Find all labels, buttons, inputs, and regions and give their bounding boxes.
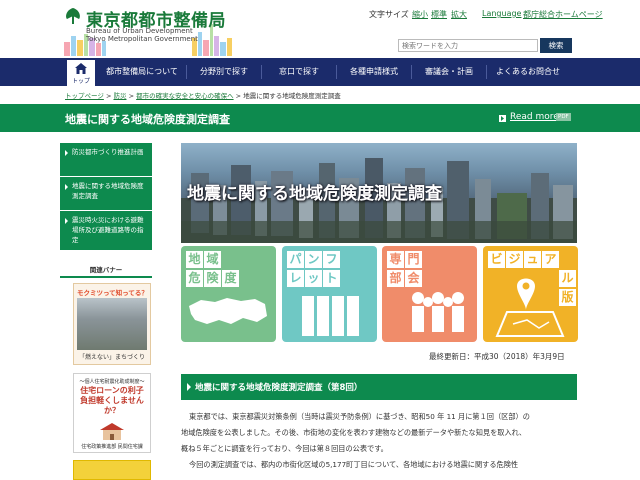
search-button[interactable]: 検索 <box>540 38 572 53</box>
banner-mokumitsu[interactable]: モクミツって知ってる？ 「燃えない」まちづくり <box>73 283 151 365</box>
home-icon <box>75 63 87 74</box>
hero-image: 地震に関する地域危険度測定調査 <box>181 143 577 243</box>
tile-char: 版 <box>559 289 576 306</box>
banner-yellow[interactable] <box>73 460 151 480</box>
nav-home[interactable]: トップ <box>67 58 95 86</box>
sidebar-item-risk-survey[interactable]: 地震に関する地域危険度測定調査 <box>60 177 152 211</box>
banner-photo <box>77 298 147 350</box>
tile-char: 危 <box>186 270 203 287</box>
section-header: 地震に関する地域危険度測定調査（第8回） <box>181 374 577 400</box>
banner-housing-loan[interactable]: ～個人住宅耐震化助成制度～ 住宅ローンの利子負担軽くしませんか？ 住宅政策推進部… <box>73 373 151 453</box>
global-nav: トップ 都市整備局について 分野別で探す 窓口で探す 各種申請様式 審議会・計画… <box>0 58 640 86</box>
title-bar: 地震に関する地域危険度測定調査 Read more PDF <box>0 104 640 132</box>
paragraph: 地域危険度を公表しました。その後、市街地の変化を表わす建物などの最新データや新た… <box>181 428 527 437</box>
sidebar: 防災都市づくり推進計画 地震に関する地域危険度測定調査 震災時火災における避難場… <box>60 143 152 251</box>
nav-home-label: トップ <box>71 78 90 85</box>
nav-forms[interactable]: 各種申請様式 <box>337 58 411 86</box>
page: 東京都都市整備局 Bureau of Urban Development Tok… <box>0 0 640 480</box>
section-title: 地震に関する地域危険度測定調査（第8回） <box>195 383 363 393</box>
tile-char: 門 <box>405 251 422 268</box>
hero-title: 地震に関する地域危険度測定調査 <box>187 184 442 204</box>
triangle-marker-icon <box>187 383 191 391</box>
body-text: 東京都では、東京都震災対策条例（当時は震災予防条例）に基づき、昭和50 年 11… <box>181 409 577 473</box>
breadcrumb-home[interactable]: トップページ <box>65 92 104 100</box>
tile-pamphlet[interactable]: パ ン フ レ ッ ト <box>282 246 377 342</box>
page-title: 地震に関する地域危険度測定調査 <box>65 113 230 126</box>
tile-char: 域 <box>204 251 221 268</box>
nav-council[interactable]: 審議会・計画 <box>412 58 486 86</box>
tile-char: 地 <box>186 251 203 268</box>
nav-by-office[interactable]: 窓口で探す <box>262 58 336 86</box>
language-link[interactable]: Language <box>482 9 521 18</box>
tile-area-risk[interactable]: 地 域 危 険 度 <box>181 246 276 342</box>
tile-char: 部 <box>387 270 404 287</box>
tile-char: 度 <box>222 270 239 287</box>
tile-char: ュ <box>524 251 541 268</box>
portal-link[interactable]: 都庁総合ホームページ <box>523 9 603 20</box>
tile-char: 会 <box>405 270 422 287</box>
nav-by-field[interactable]: 分野別で探す <box>187 58 261 86</box>
breadcrumb-separator: > <box>235 92 242 100</box>
search-input[interactable] <box>398 39 538 52</box>
last-updated: 最終更新日：平成30（2018）年3月9日 <box>429 352 565 361</box>
tile-char: ア <box>542 251 559 268</box>
font-size-label: 文字サイズ <box>369 10 409 19</box>
sidebar-item-plan[interactable]: 防災都市づくり推進計画 <box>60 143 152 177</box>
breadcrumb-separator: > <box>128 92 135 100</box>
site-header: 東京都都市整備局 Bureau of Urban Development Tok… <box>0 0 640 58</box>
tile-char: ッ <box>305 270 322 287</box>
breadcrumb-disaster[interactable]: 防災 <box>113 92 126 100</box>
tile-char: ン <box>305 251 322 268</box>
font-standard-button[interactable]: 標準 <box>431 9 447 20</box>
banner-caption: 「燃えない」まちづくり <box>78 354 145 361</box>
tile-expert-committee[interactable]: 専 門 部 会 <box>382 246 477 342</box>
tile-char: ル <box>559 270 576 287</box>
breadcrumb: トップページ > 防災 > 都市の確実な安全と安心の確保へ > 地震に関する地域… <box>65 90 341 100</box>
related-banners-heading: 関連バナー <box>89 266 123 274</box>
paragraph: 今回の測定調査では、都内の市街化区域の5,177町丁目について、各地域における地… <box>189 460 519 469</box>
banner-footer: 住宅政策推進部 民間住宅課 <box>81 444 143 450</box>
site-subtitle-en-2: Tokyo Metropolitan Government <box>86 35 198 43</box>
paragraph: 概ね５年ごとに調査を行っており、今回は第８回目の公表です。 <box>181 444 388 453</box>
site-logo[interactable]: 東京都都市整備局 Bureau of Urban Development Tok… <box>62 4 242 56</box>
tile-char: 険 <box>204 270 221 287</box>
tile-char: ジ <box>506 251 523 268</box>
tile-char: パ <box>287 251 304 268</box>
breadcrumb-current: 地震に関する地域危険度測定調査 <box>243 92 341 100</box>
tile-char: ト <box>323 270 340 287</box>
tile-char: ビ <box>488 251 505 268</box>
breadcrumb-safety[interactable]: 都市の確実な安全と安心の確保へ <box>136 92 234 100</box>
site-subtitle-en: Bureau of Urban Development <box>86 27 193 35</box>
banner-title: モクミツって知ってる？ <box>77 289 148 297</box>
breadcrumb-separator: > <box>105 92 112 100</box>
paragraph: 東京都では、東京都震災対策条例（当時は震災予防条例）に基づき、昭和50 年 11… <box>189 412 530 421</box>
banner-subtitle: ～個人住宅耐震化助成制度～ <box>79 379 145 385</box>
house-icon <box>100 423 124 440</box>
tile-visual-edition[interactable]: ビ ジ ュ ア ル 版 <box>483 246 578 342</box>
tile-char: フ <box>323 251 340 268</box>
tile-char: 専 <box>387 251 404 268</box>
sidebar-item-evacuation[interactable]: 震災時火災における避難場所及び避難道路等の指定 <box>60 211 152 251</box>
font-small-button[interactable]: 縮小 <box>412 9 428 20</box>
tile-char: レ <box>287 270 304 287</box>
divider <box>60 276 152 278</box>
banner-title: 住宅ローンの利子負担軽くしませんか？ <box>80 386 144 415</box>
tokyo-emblem-icon <box>66 8 80 24</box>
arrow-right-icon <box>499 115 506 122</box>
nav-faq[interactable]: よくあるお問合せ <box>487 58 569 86</box>
read-more-link[interactable]: Read more <box>510 112 559 122</box>
nav-about[interactable]: 都市整備局について <box>98 58 186 86</box>
font-large-button[interactable]: 拡大 <box>451 9 467 20</box>
pdf-badge: PDF <box>556 113 571 121</box>
